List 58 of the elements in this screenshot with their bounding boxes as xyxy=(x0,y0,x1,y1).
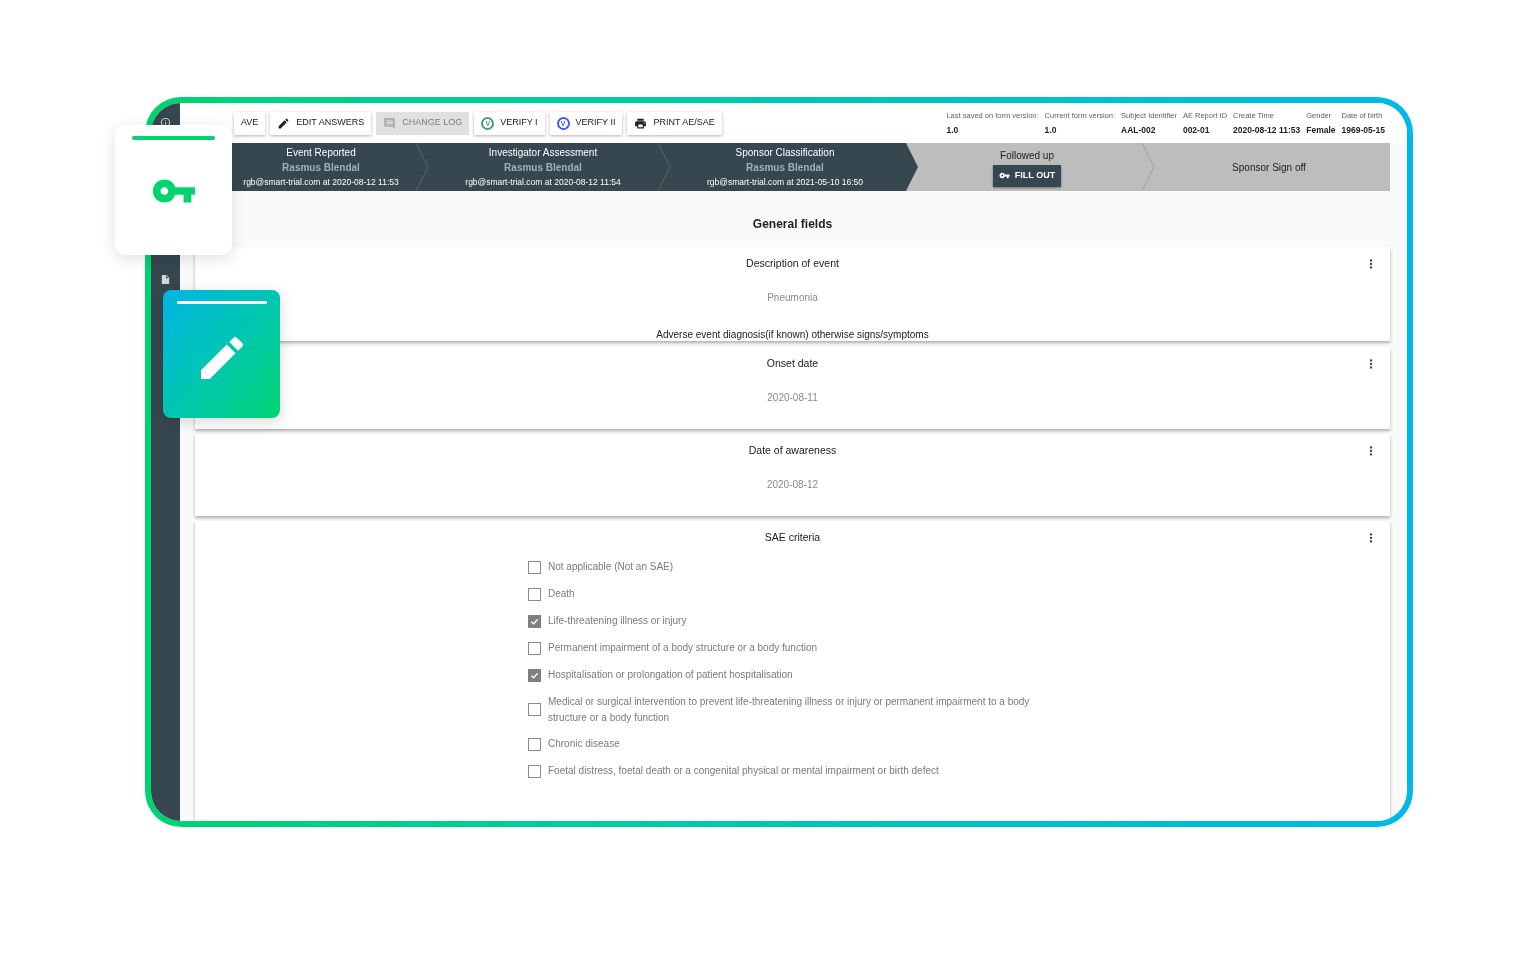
file-icon[interactable] xyxy=(160,274,171,285)
checkbox[interactable] xyxy=(528,668,541,682)
step-timestamp: rgb@smart-trial.com at 2021-05-10 16:50 xyxy=(706,175,863,189)
toolbar-button[interactable]: AVE xyxy=(234,111,266,135)
step-user-name: Rasmus Blendal xyxy=(504,160,582,175)
fill-out-button[interactable]: FILL OUT xyxy=(992,164,1062,187)
option-label: Chronic disease xyxy=(548,737,620,752)
option-label: Medical or surgical intervention to prevent life-threatening illness or injury or permanent impairment to a body structure or a body function xyxy=(548,694,1031,725)
checkbox[interactable] xyxy=(528,560,541,574)
checkbox[interactable] xyxy=(528,641,541,655)
pencil-icon xyxy=(277,116,291,130)
toolbar-button[interactable]: PRINT AE/SAE xyxy=(627,111,722,135)
checkbox[interactable] xyxy=(528,703,541,717)
field-label: Description of event xyxy=(746,256,839,271)
info-icon[interactable] xyxy=(160,117,171,128)
section-title: General fields xyxy=(752,216,833,233)
field-label: SAE criteria xyxy=(764,530,821,545)
step-timestamp: rgb@smart-trial.com at 2020-08-12 11:53 xyxy=(243,175,399,189)
step-timestamp: rgb@smart-trial.com at 2020-08-12 11:54 xyxy=(465,175,621,189)
field-hint: Adverse event diagnosis(if known) otherwise signs/symptoms xyxy=(656,328,929,342)
field-label: Onset date xyxy=(766,356,819,371)
field-value: 2020-08-12 xyxy=(766,477,819,492)
info-value: AAL-002 xyxy=(1121,123,1157,137)
option-label: Hospitalisation or prolongation of patient hospitalisation xyxy=(548,668,793,683)
field-label: Date of awareness xyxy=(748,443,837,458)
step-user-name: Rasmus Blendal xyxy=(746,160,824,175)
info-value: 1.0 xyxy=(946,123,960,137)
checkbox[interactable] xyxy=(528,737,541,751)
option-label: Death xyxy=(548,587,575,602)
info-value: 2020-08-12 11:53 xyxy=(1233,123,1301,137)
check-icon xyxy=(530,670,539,680)
info-value: Female xyxy=(1306,123,1336,137)
check-icon xyxy=(530,616,539,626)
print-icon xyxy=(634,116,648,130)
step-title: Investigator Assessment xyxy=(488,145,598,160)
checkbox[interactable] xyxy=(528,614,541,628)
step-title: Sponsor Sign off xyxy=(1232,160,1306,175)
comment-icon xyxy=(383,116,397,130)
option-label: Not applicable (Not an SAE) xyxy=(548,560,674,575)
checkbox[interactable] xyxy=(528,764,541,778)
step-title: Sponsor Classification xyxy=(735,145,835,160)
option-label: Life-threatening illness or injury xyxy=(548,614,687,629)
step-title: Followed up xyxy=(1000,148,1054,163)
key-icon xyxy=(998,170,1010,181)
option-label: Permanent impairment of a body structure or a body function xyxy=(548,641,818,656)
checkbox[interactable] xyxy=(528,587,541,601)
toolbar-button[interactable]: EDIT ANSWERS xyxy=(270,111,372,135)
step-separator xyxy=(658,143,670,191)
step-separator xyxy=(1142,143,1154,191)
option-label: Foetal distress, foetal death or a congenital physical or mental impairment or birth defect xyxy=(548,764,939,779)
step-separator xyxy=(416,143,428,191)
info-value: 002-01 xyxy=(1182,123,1211,137)
step-title: Event Reported xyxy=(286,145,356,160)
info-value: 1969-05-15 xyxy=(1341,123,1385,137)
field-value: Pneumonia xyxy=(767,290,818,305)
field-value: 2020-08-11 xyxy=(767,390,818,405)
step-user-name: Rasmus Blendal xyxy=(282,160,360,175)
info-value: 1.0 xyxy=(1044,123,1058,137)
